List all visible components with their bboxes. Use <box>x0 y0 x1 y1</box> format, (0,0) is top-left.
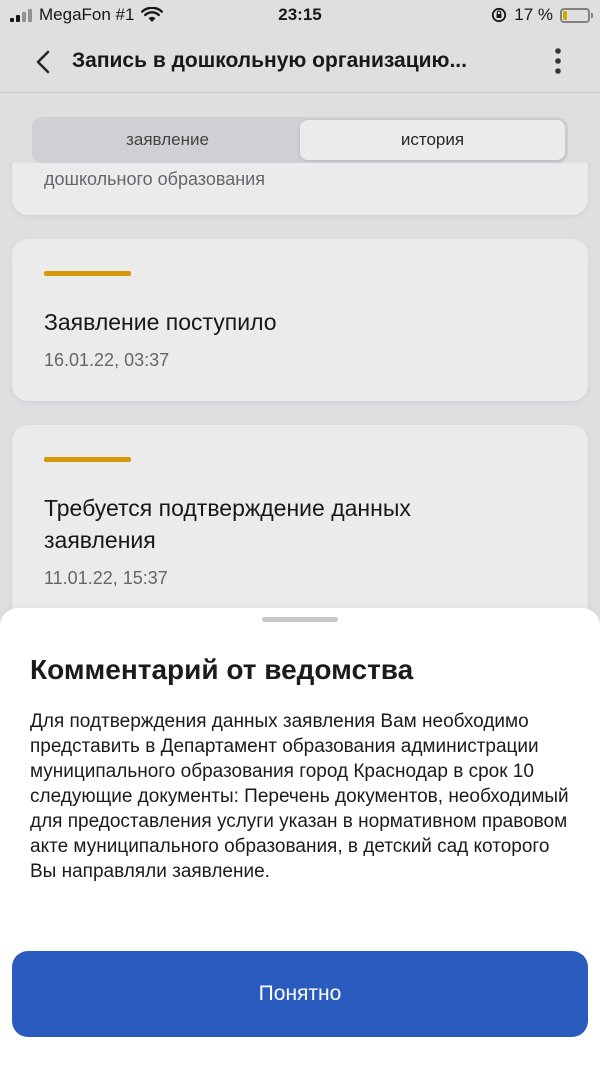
screen: MegaFon #1 23:15 17 % Запись в дошкольну… <box>0 0 600 1066</box>
sheet-grabber[interactable] <box>262 617 338 622</box>
comment-bottom-sheet: Комментарий от ведомства Для подтвержден… <box>0 608 600 1066</box>
sheet-title: Комментарий от ведомства <box>30 654 414 685</box>
understood-button[interactable]: Понятно <box>12 951 588 1037</box>
sheet-comment-text: Для подтверждения данных заявления Вам н… <box>30 711 569 882</box>
